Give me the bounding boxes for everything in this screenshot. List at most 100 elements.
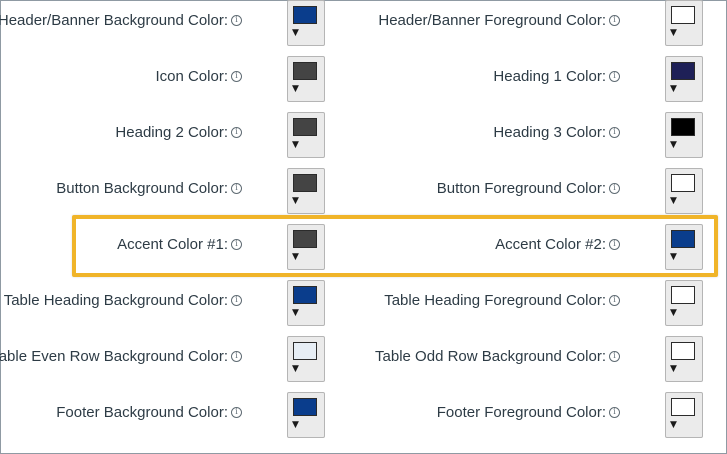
color-setting-label: Footer Foreground Color: i xyxy=(437,402,620,422)
color-swatch xyxy=(293,342,317,360)
dropdown-caret-icon: ▼ xyxy=(670,84,677,94)
color-swatch xyxy=(671,6,695,24)
color-picker-button[interactable]: ▼ xyxy=(287,336,325,382)
color-picker-button[interactable]: ▼ xyxy=(287,56,325,102)
color-setting-row: Header/Banner Background Color: i ▼ Head… xyxy=(0,0,727,56)
info-icon[interactable]: i xyxy=(609,70,620,82)
color-picker-button[interactable]: ▼ xyxy=(287,392,325,438)
color-setting-label-text: Accent Color #1: xyxy=(117,235,228,253)
color-picker-button[interactable]: ▼ xyxy=(287,168,325,214)
color-swatch xyxy=(671,398,695,416)
dropdown-caret-icon: ▼ xyxy=(670,140,677,150)
color-picker-button[interactable]: ▼ xyxy=(287,112,325,158)
color-setting-label-text: Table Even Row Background Color: xyxy=(0,347,228,365)
color-setting-label-text: Table Odd Row Background Color: xyxy=(375,347,606,365)
color-picker-button[interactable]: ▼ xyxy=(287,0,325,46)
color-picker-button[interactable]: ▼ xyxy=(665,56,703,102)
dropdown-caret-icon: ▼ xyxy=(292,140,299,150)
color-swatch xyxy=(671,342,695,360)
color-swatch xyxy=(293,286,317,304)
color-picker-button[interactable]: ▼ xyxy=(665,336,703,382)
color-picker-button[interactable]: ▼ xyxy=(665,168,703,214)
color-setting-row: Button Background Color: i ▼ Button Fore… xyxy=(0,168,727,224)
dropdown-caret-icon: ▼ xyxy=(670,308,677,318)
color-swatch xyxy=(671,286,695,304)
color-swatch xyxy=(671,62,695,80)
dropdown-caret-icon: ▼ xyxy=(670,420,677,430)
color-setting-label: Heading 1 Color: i xyxy=(493,66,620,86)
dropdown-caret-icon: ▼ xyxy=(292,420,299,430)
color-setting-label-text: Button Background Color: xyxy=(56,179,228,197)
color-setting-label: Icon Color: i xyxy=(155,66,242,86)
dropdown-caret-icon: ▼ xyxy=(292,28,299,38)
dropdown-caret-icon: ▼ xyxy=(292,308,299,318)
info-icon[interactable]: i xyxy=(231,70,242,82)
dropdown-caret-icon: ▼ xyxy=(670,196,677,206)
info-icon[interactable]: i xyxy=(231,350,242,362)
color-setting-label: Table Heading Background Color: i xyxy=(4,290,242,310)
color-setting-row: Heading 2 Color: i ▼ Heading 3 Color: i … xyxy=(0,112,727,168)
color-setting-row: Table Heading Background Color: i ▼ Tabl… xyxy=(0,280,727,336)
color-picker-button[interactable]: ▼ xyxy=(665,392,703,438)
color-setting-label: Header/Banner Foreground Color: i xyxy=(378,10,620,30)
color-picker-button[interactable]: ▼ xyxy=(665,112,703,158)
color-setting-row: Table Even Row Background Color: i ▼ Tab… xyxy=(0,336,727,392)
color-swatch xyxy=(293,174,317,192)
color-setting-row: Accent Color #1: i ▼ Accent Color #2: i … xyxy=(0,224,727,280)
color-setting-label: Heading 2 Color: i xyxy=(115,122,242,142)
color-setting-row: Footer Background Color: i ▼ Footer Fore… xyxy=(0,392,727,448)
info-icon[interactable]: i xyxy=(609,126,620,138)
info-icon[interactable]: i xyxy=(609,294,620,306)
color-swatch xyxy=(293,62,317,80)
color-setting-row: Icon Color: i ▼ Heading 1 Color: i ▼ xyxy=(0,56,727,112)
color-picker-button[interactable]: ▼ xyxy=(665,0,703,46)
info-icon[interactable]: i xyxy=(609,238,620,250)
color-setting-label-text: Footer Foreground Color: xyxy=(436,403,606,421)
color-picker-button[interactable]: ▼ xyxy=(287,280,325,326)
dropdown-caret-icon: ▼ xyxy=(670,364,677,374)
color-setting-label-text: Accent Color #2: xyxy=(495,235,606,253)
dropdown-caret-icon: ▼ xyxy=(292,196,299,206)
color-setting-label: Table Odd Row Background Color: i xyxy=(375,346,620,366)
info-icon[interactable]: i xyxy=(609,406,620,418)
info-icon[interactable]: i xyxy=(609,14,620,26)
color-setting-label-text: Footer Background Color: xyxy=(56,403,228,421)
color-setting-label-text: Button Foreground Color: xyxy=(436,179,606,197)
color-swatch xyxy=(293,118,317,136)
color-setting-label-text: Header/Banner Background Color: xyxy=(0,11,228,29)
color-setting-label: Table Heading Foreground Color: i xyxy=(384,290,620,310)
color-swatch xyxy=(671,174,695,192)
color-setting-label-text: Heading 1 Color: xyxy=(493,67,606,85)
info-icon[interactable]: i xyxy=(609,350,620,362)
color-setting-label-text: Heading 2 Color: xyxy=(115,123,228,141)
color-picker-button[interactable]: ▼ xyxy=(665,280,703,326)
dropdown-caret-icon: ▼ xyxy=(292,252,299,262)
info-icon[interactable]: i xyxy=(231,406,242,418)
color-setting-label: Footer Background Color: i xyxy=(56,402,242,422)
color-picker-button[interactable]: ▼ xyxy=(665,224,703,270)
info-icon[interactable]: i xyxy=(231,126,242,138)
color-swatch xyxy=(293,6,317,24)
color-picker-button[interactable]: ▼ xyxy=(287,224,325,270)
color-setting-label-text: Header/Banner Foreground Color: xyxy=(378,11,606,29)
color-setting-label-text: Table Heading Background Color: xyxy=(3,291,228,309)
color-setting-label: Button Background Color: i xyxy=(56,178,242,198)
info-icon[interactable]: i xyxy=(231,294,242,306)
color-setting-label: Accent Color #1: i xyxy=(117,234,242,254)
info-icon[interactable]: i xyxy=(231,238,242,250)
info-icon[interactable]: i xyxy=(231,14,242,26)
color-swatch xyxy=(293,230,317,248)
color-setting-label: Heading 3 Color: i xyxy=(493,122,620,142)
color-swatch xyxy=(671,118,695,136)
color-setting-label-text: Heading 3 Color: xyxy=(493,123,606,141)
dropdown-caret-icon: ▼ xyxy=(670,28,677,38)
info-icon[interactable]: i xyxy=(609,182,620,194)
dropdown-caret-icon: ▼ xyxy=(670,252,677,262)
color-setting-label: Table Even Row Background Color: i xyxy=(0,346,242,366)
color-setting-label: Accent Color #2: i xyxy=(495,234,620,254)
color-setting-label-text: Icon Color: xyxy=(155,67,228,85)
color-swatch xyxy=(293,398,317,416)
color-swatch xyxy=(671,230,695,248)
info-icon[interactable]: i xyxy=(231,182,242,194)
dropdown-caret-icon: ▼ xyxy=(292,364,299,374)
